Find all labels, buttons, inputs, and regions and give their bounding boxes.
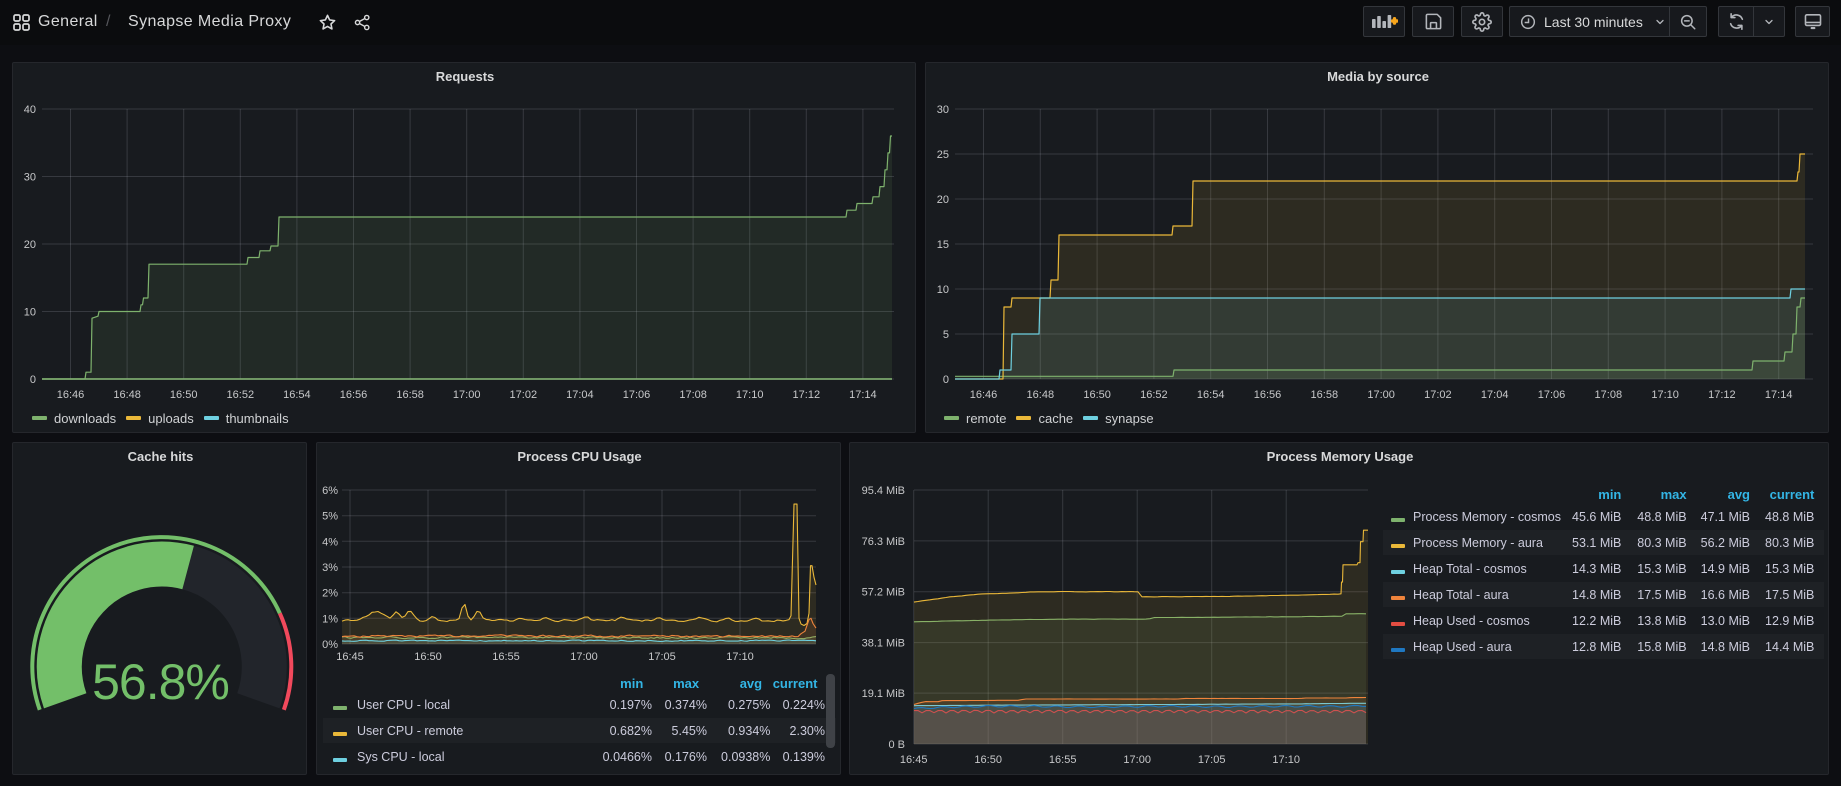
svg-text:0 B: 0 B	[888, 739, 905, 751]
svg-text:40: 40	[24, 104, 36, 116]
svg-text:0%: 0%	[322, 639, 338, 651]
svg-text:4%: 4%	[322, 536, 338, 548]
svg-text:76.3 MiB: 76.3 MiB	[862, 536, 905, 548]
svg-text:17:12: 17:12	[1708, 389, 1736, 401]
svg-text:16:48: 16:48	[1027, 389, 1055, 401]
svg-text:17:00: 17:00	[570, 651, 598, 663]
svg-text:20: 20	[937, 194, 949, 206]
svg-text:17:05: 17:05	[1198, 754, 1226, 766]
svg-text:16:56: 16:56	[340, 389, 368, 401]
svg-text:17:06: 17:06	[1538, 389, 1566, 401]
svg-text:17:14: 17:14	[1765, 389, 1793, 401]
svg-text:38.1 MiB: 38.1 MiB	[862, 638, 905, 650]
svg-text:30: 30	[937, 104, 949, 116]
svg-text:16:56: 16:56	[1254, 389, 1282, 401]
svg-text:16:58: 16:58	[396, 389, 424, 401]
svg-text:17:10: 17:10	[726, 651, 754, 663]
svg-text:0: 0	[30, 374, 36, 386]
svg-text:5: 5	[943, 329, 949, 341]
svg-text:17:08: 17:08	[679, 389, 707, 401]
svg-text:16:45: 16:45	[336, 651, 364, 663]
svg-text:16:50: 16:50	[1083, 389, 1111, 401]
svg-text:17:02: 17:02	[510, 389, 538, 401]
svg-text:16:50: 16:50	[170, 389, 198, 401]
svg-text:5%: 5%	[322, 511, 338, 523]
svg-text:17:08: 17:08	[1595, 389, 1623, 401]
svg-text:16:58: 16:58	[1311, 389, 1339, 401]
svg-text:16:48: 16:48	[113, 389, 141, 401]
svg-text:17:06: 17:06	[623, 389, 651, 401]
svg-text:20: 20	[24, 239, 36, 251]
svg-text:16:46: 16:46	[970, 389, 998, 401]
svg-text:6%: 6%	[322, 485, 338, 497]
svg-text:17:04: 17:04	[1481, 389, 1509, 401]
svg-text:10: 10	[24, 307, 36, 319]
svg-text:16:55: 16:55	[492, 651, 520, 663]
svg-text:17:05: 17:05	[648, 651, 676, 663]
svg-text:3%: 3%	[322, 562, 338, 574]
svg-text:1%: 1%	[322, 613, 338, 625]
svg-text:17:00: 17:00	[453, 389, 481, 401]
svg-text:17:12: 17:12	[793, 389, 821, 401]
svg-text:57.2 MiB: 57.2 MiB	[862, 587, 905, 599]
svg-text:17:14: 17:14	[849, 389, 877, 401]
svg-text:16:55: 16:55	[1049, 754, 1077, 766]
svg-text:16:50: 16:50	[414, 651, 442, 663]
svg-text:95.4 MiB: 95.4 MiB	[862, 485, 905, 497]
svg-text:17:10: 17:10	[1272, 754, 1300, 766]
svg-text:0: 0	[943, 374, 949, 386]
svg-text:16:52: 16:52	[227, 389, 255, 401]
svg-text:16:45: 16:45	[900, 754, 928, 766]
svg-text:16:54: 16:54	[1197, 389, 1225, 401]
svg-text:16:54: 16:54	[283, 389, 311, 401]
svg-text:17:10: 17:10	[1651, 389, 1679, 401]
svg-text:16:50: 16:50	[974, 754, 1002, 766]
svg-text:17:10: 17:10	[736, 389, 764, 401]
svg-text:2%: 2%	[322, 588, 338, 600]
svg-text:16:46: 16:46	[57, 389, 85, 401]
svg-text:10: 10	[937, 284, 949, 296]
svg-text:17:02: 17:02	[1424, 389, 1452, 401]
svg-text:17:00: 17:00	[1367, 389, 1395, 401]
svg-text:15: 15	[937, 239, 949, 251]
svg-text:16:52: 16:52	[1140, 389, 1168, 401]
svg-text:17:00: 17:00	[1123, 754, 1151, 766]
svg-text:17:04: 17:04	[566, 389, 594, 401]
svg-text:25: 25	[937, 149, 949, 161]
svg-text:30: 30	[24, 172, 36, 184]
svg-text:19.1 MiB: 19.1 MiB	[862, 688, 905, 700]
